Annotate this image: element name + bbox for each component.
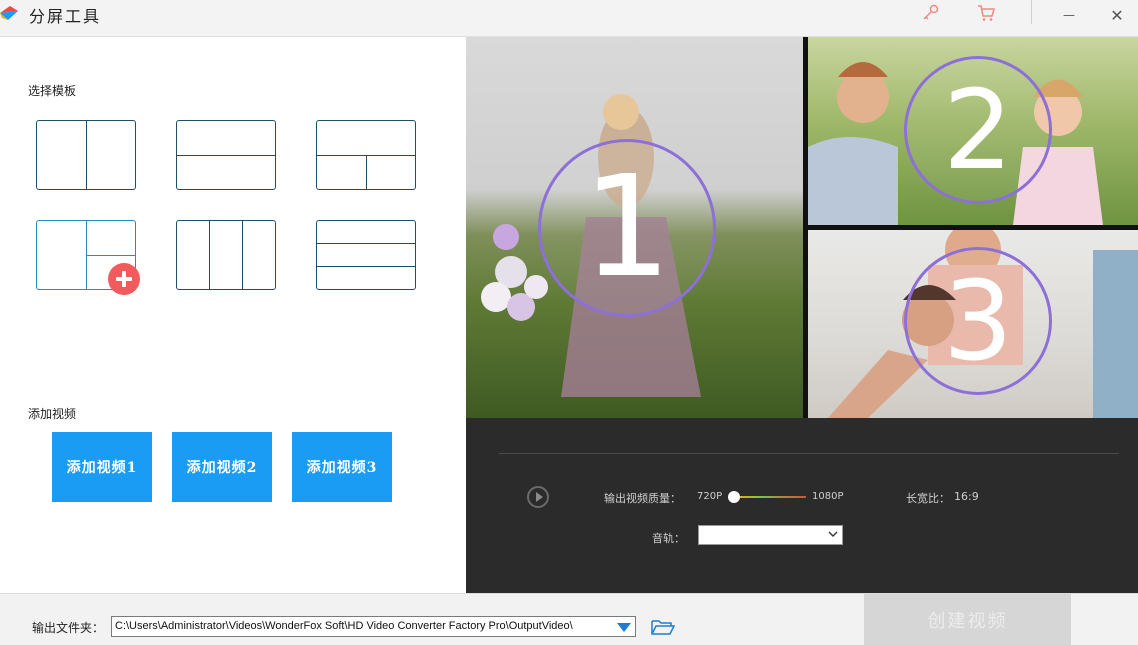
app-logo-icon [0,6,18,20]
folder-open-icon[interactable] [651,618,675,636]
window-title: 分屏工具 [29,7,102,26]
audio-track-select[interactable] [698,525,843,545]
minimize-icon: — [1063,8,1075,22]
preview-area: 1 2 3 [466,37,1138,418]
key-icon[interactable] [922,4,940,22]
output-path-field[interactable]: C:\Users\Administrator\Videos\WonderFox … [111,616,636,637]
left-panel: 选择模板 添加视频 添加视频1 添加视频2 添加视频3 [0,37,466,593]
output-folder-label: 输出文件夹： [32,621,105,635]
add-video-section-label: 添加视频 [28,407,77,421]
template-three-rows[interactable] [316,220,416,290]
title-bar: 分屏工具 — ✕ [0,0,1138,37]
add-video-1-button[interactable]: 添加视频1 [52,432,152,502]
preview-pane-2[interactable]: 2 [808,37,1138,225]
add-video-2-button[interactable]: 添加视频2 [172,432,272,502]
quality-max-label: 1080P [812,491,844,502]
template-top-full-bottom-split[interactable] [316,120,416,190]
close-icon: ✕ [1110,5,1124,25]
quality-label: 输出视频质量： [604,492,681,505]
chevron-down-icon [828,531,838,537]
pane-2-number-circle: 2 [904,56,1052,204]
controls-panel: 输出视频质量： 720P 1080P 长宽比： 16:9 音轨： [466,418,1138,593]
quality-slider-track[interactable] [734,496,806,498]
audio-track-label: 音轨： [652,532,685,545]
aspect-ratio-label: 长宽比： [906,492,950,505]
play-icon[interactable] [527,486,549,508]
pane-1-number-circle: 1 [538,139,716,317]
quality-min-label: 720P [697,491,723,502]
template-two-columns[interactable] [36,120,136,190]
cart-icon[interactable] [977,4,995,22]
bottom-bar: 输出文件夹： C:\Users\Administrator\Videos\Won… [0,593,1138,645]
pane-3-number-circle: 3 [904,247,1052,395]
preview-pane-1[interactable]: 1 [466,37,803,418]
create-video-button[interactable]: 创建视频 [864,594,1071,645]
preview-pane-3[interactable]: 3 [808,230,1138,418]
template-section-label: 选择模板 [28,84,77,98]
path-dropdown-icon[interactable] [617,623,631,632]
quality-slider-handle[interactable] [728,491,740,503]
template-two-rows[interactable] [176,120,276,190]
aspect-ratio-value: 16:9 [954,490,979,503]
timeline-bar[interactable] [499,453,1119,454]
titlebar-divider [1031,0,1032,24]
preview-divider-horizontal [808,225,1138,230]
selected-template-badge-icon [108,263,140,295]
add-video-3-button[interactable]: 添加视频3 [292,432,392,502]
output-path-value: C:\Users\Administrator\Videos\WonderFox … [115,620,573,632]
minimize-button[interactable]: — [1049,0,1089,30]
close-button[interactable]: ✕ [1097,0,1137,30]
template-three-columns[interactable] [176,220,276,290]
